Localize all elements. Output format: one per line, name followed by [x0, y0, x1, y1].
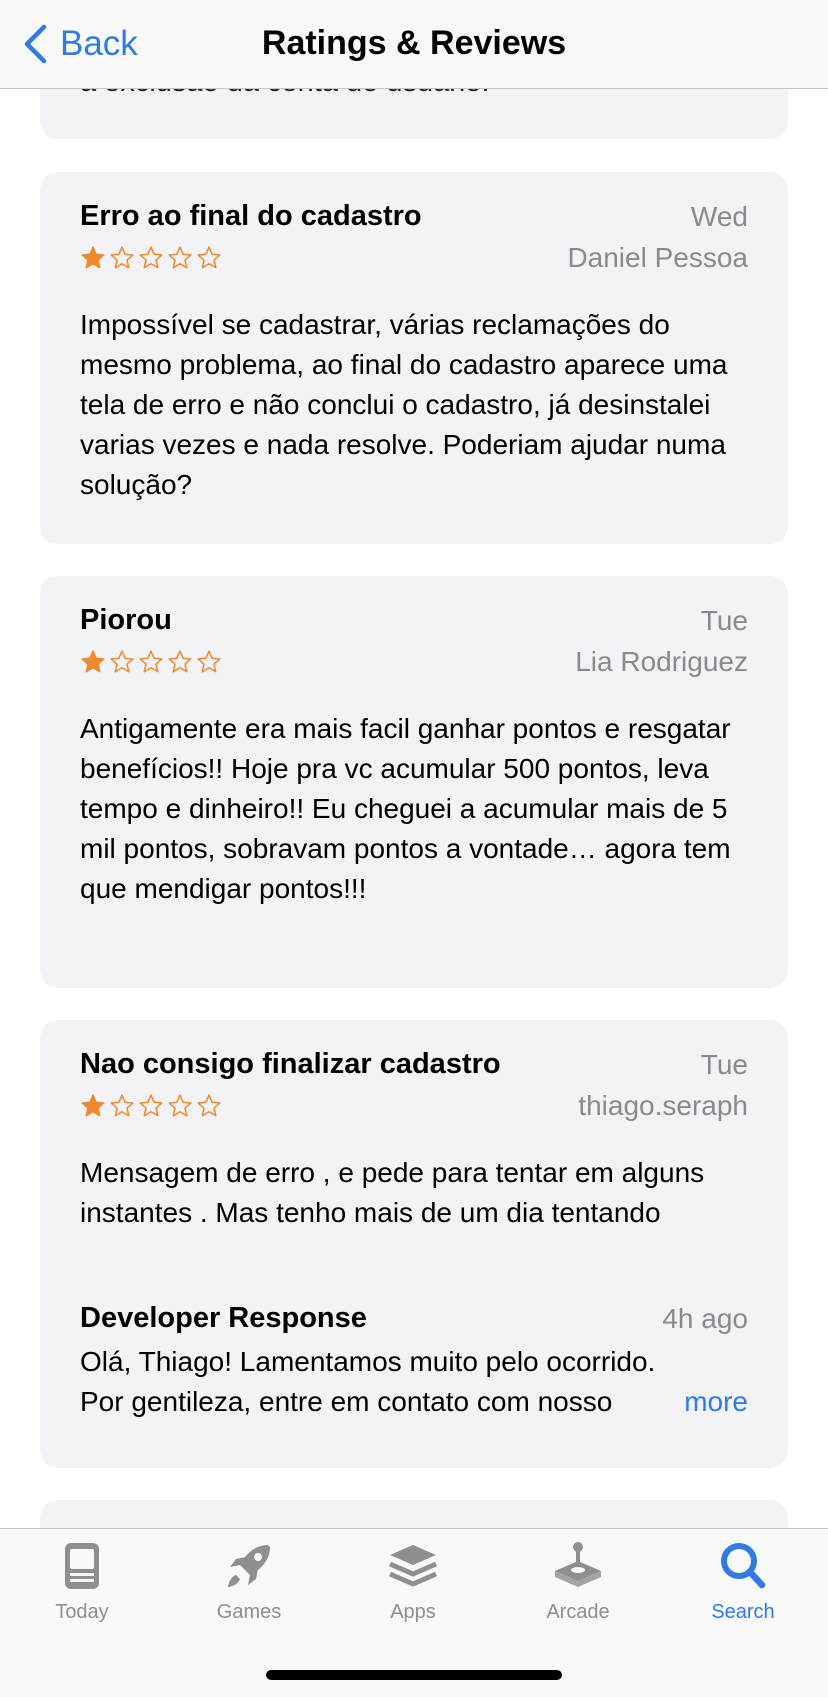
star-filled-icon — [81, 650, 105, 673]
star-rating — [80, 1093, 222, 1119]
star-empty-icon — [110, 650, 134, 673]
star-empty-icon — [168, 1094, 192, 1117]
review-title: Piorou — [80, 604, 172, 636]
star-empty-icon — [197, 246, 221, 269]
developer-response-label: Developer Response — [80, 1302, 367, 1334]
review-date: Tue — [700, 604, 748, 636]
developer-response-line: Por gentileza, entre em contato com noss… — [80, 1386, 613, 1417]
review-card[interactable]: Erro ao final do cadastro Wed Daniel Pes… — [40, 172, 788, 544]
review-card[interactable]: Piorou Tue Lia Rodriguez Antigamente era… — [40, 576, 788, 988]
review-title: Nao consigo finalizar cadastro — [80, 1048, 501, 1080]
star-empty-icon — [168, 246, 192, 269]
tab-label: Arcade — [546, 1601, 610, 1623]
review-author: Daniel Pessoa — [567, 242, 748, 273]
review-title: Erro ao final do cadastro — [80, 200, 422, 232]
review-date: Tue — [700, 1048, 748, 1080]
star-rating — [80, 245, 222, 271]
navigation-bar: Back Ratings & Reviews — [0, 0, 828, 89]
reviews-list[interactable]: a exclusão da conta do usuário. Erro ao … — [0, 0, 828, 1528]
tab-label: Today — [55, 1601, 109, 1623]
star-empty-icon — [110, 246, 134, 269]
review-date: Wed — [690, 200, 748, 232]
review-author: Lia Rodriguez — [575, 646, 748, 677]
developer-response-line: Olá, Thiago! Lamentamos muito pelo ocorr… — [80, 1346, 656, 1377]
today-icon — [65, 1543, 99, 1589]
star-empty-icon — [168, 650, 192, 673]
review-author: thiago.seraph — [578, 1090, 748, 1121]
tab-search[interactable]: Search — [683, 1539, 803, 1624]
home-indicator[interactable] — [266, 1670, 562, 1680]
tab-today[interactable]: Today — [22, 1539, 142, 1624]
tab-arcade[interactable]: Arcade — [518, 1539, 638, 1624]
review-card-next — [40, 1500, 788, 1528]
star-rating — [80, 649, 222, 675]
star-empty-icon — [110, 1094, 134, 1117]
star-empty-icon — [139, 650, 163, 673]
star-empty-icon — [139, 1094, 163, 1117]
review-body: Impossível se cadastrar, várias reclamaç… — [80, 309, 728, 500]
review-card[interactable]: Nao consigo finalizar cadastro Tue thiag… — [40, 1020, 788, 1468]
layers-icon — [389, 1545, 437, 1587]
tab-apps[interactable]: Apps — [353, 1539, 473, 1624]
tab-label: Search — [711, 1601, 775, 1623]
page-title: Ratings & Reviews — [261, 24, 567, 62]
star-filled-icon — [81, 1094, 105, 1117]
review-body: Mensagem de erro , e pede para tentar em… — [80, 1157, 705, 1228]
star-filled-icon — [81, 246, 105, 269]
tab-label: Games — [216, 1601, 282, 1623]
developer-response-line-truncated: Por gentileza, entre em contato com noss… — [80, 1382, 748, 1422]
tab-label: Apps — [390, 1601, 436, 1623]
search-icon — [721, 1543, 766, 1589]
review-body: Antigamente era mais facil ganhar pontos… — [80, 713, 731, 904]
rocket-icon — [228, 1545, 270, 1587]
star-empty-icon — [139, 246, 163, 269]
tab-games[interactable]: Games — [189, 1539, 309, 1624]
more-button[interactable]: more — [614, 1382, 748, 1422]
joystick-icon — [555, 1542, 601, 1587]
developer-response-time: 4h ago — [662, 1302, 748, 1334]
star-empty-icon — [197, 650, 221, 673]
star-empty-icon — [197, 1094, 221, 1117]
